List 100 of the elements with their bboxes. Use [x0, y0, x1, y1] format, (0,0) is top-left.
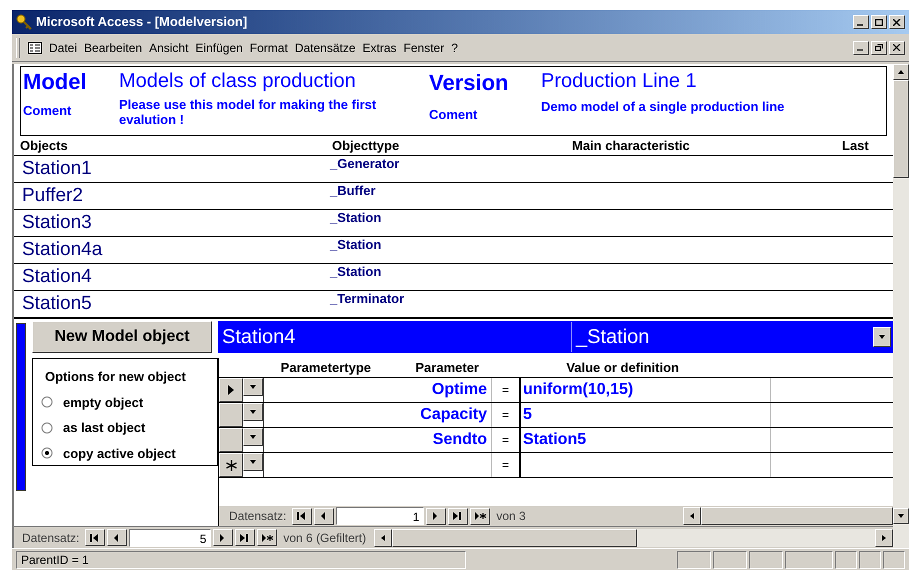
row-selector[interactable] [219, 453, 243, 477]
previous-record-button[interactable] [107, 529, 128, 546]
column-header: Value or definition [565, 358, 679, 377]
column-header: Objecttype [332, 136, 400, 155]
document-minimize-button[interactable] [853, 40, 869, 54]
previous-record-button[interactable] [314, 508, 334, 524]
scroll-thumb[interactable] [392, 528, 638, 546]
caret-icon [878, 333, 886, 341]
object-name[interactable]: Station1 [22, 156, 330, 182]
last-record-button[interactable] [235, 529, 256, 546]
current-object-field[interactable]: Station4 _Station [218, 321, 893, 353]
equals-sign: = [502, 457, 509, 474]
restore-icon [875, 44, 883, 51]
minimize-button[interactable] [853, 15, 869, 29]
caret-icon [249, 408, 257, 416]
dropdown-button[interactable] [873, 327, 891, 347]
row-selector[interactable] [219, 378, 243, 402]
row-selector[interactable] [219, 403, 243, 427]
object-name[interactable]: Station5 [22, 291, 330, 317]
new-record-button[interactable] [257, 529, 278, 546]
object-type-value: _Station [574, 325, 650, 350]
form-icon[interactable] [28, 42, 42, 54]
object-name[interactable]: Station4 [22, 264, 330, 290]
object-type: _Station [330, 237, 382, 254]
object-type: _Buffer [330, 183, 376, 200]
current-row-icon [227, 385, 235, 395]
arrow-icon [688, 512, 696, 520]
menu-item[interactable]: Datensätze [294, 38, 356, 56]
parameter-value: 5 [523, 406, 532, 423]
row-selector[interactable] [219, 428, 243, 452]
object-name[interactable]: Station4a [22, 237, 330, 263]
close-icon [893, 44, 901, 51]
status-panel [859, 550, 881, 568]
new-record-icon [260, 532, 274, 542]
options-title: Options for new object [44, 368, 187, 386]
status-panel [749, 550, 783, 568]
option-label: copy active object [63, 444, 176, 463]
close-button[interactable] [889, 15, 905, 29]
model-comment: Please use this model for making the first evalution ! [119, 97, 378, 129]
model-label: Model [23, 68, 88, 95]
document-restore-button[interactable] [871, 40, 887, 54]
column-header: Last [842, 136, 869, 155]
radio-button[interactable] [41, 396, 53, 408]
parameter-type-dropdown[interactable] [243, 378, 263, 396]
parameter-name: Sendto [432, 431, 487, 448]
new-record-icon [474, 511, 487, 521]
status-panel [835, 550, 857, 568]
model-name: Models of class production [119, 69, 357, 94]
menu-item[interactable]: Fenster [404, 38, 444, 56]
menu-item[interactable]: Bearbeiten [84, 38, 142, 56]
maximize-button[interactable] [871, 15, 887, 29]
radio-button[interactable] [41, 447, 53, 460]
parameter-value: uniform(10,15) [523, 381, 634, 398]
menu-item[interactable]: Format [250, 38, 288, 56]
version-comment: Demo model of a single production line [541, 98, 786, 116]
record-number-field[interactable]: 5 [129, 528, 212, 546]
menu-item[interactable]: Ansicht [149, 38, 188, 56]
parameter-name: Capacity [420, 406, 487, 423]
scroll-thumb[interactable] [893, 80, 909, 178]
option-label: as last object [63, 419, 146, 437]
first-record-button[interactable] [85, 529, 106, 546]
comment-label: Coment [429, 106, 478, 124]
parameter-name: Optime [432, 381, 487, 398]
object-type: _Terminator [330, 291, 404, 308]
radio-button[interactable] [41, 422, 53, 434]
version-label: Version [429, 69, 510, 95]
vertical-scrollbar[interactable] [893, 64, 909, 548]
object-name[interactable]: Station3 [22, 210, 330, 236]
column-header: Parameter [414, 358, 479, 377]
arrow-icon [897, 68, 905, 76]
last-record-button[interactable] [448, 508, 468, 524]
next-record-button[interactable] [426, 508, 446, 524]
column-header: Objects [20, 136, 69, 155]
maximize-icon [875, 18, 883, 26]
navigation-label: Datensatz: [22, 530, 80, 546]
document-close-button[interactable] [889, 40, 905, 54]
option-label: empty object [63, 394, 144, 412]
first-record-button[interactable] [292, 508, 312, 524]
status-panel [713, 550, 747, 568]
horizontal-scrollbar[interactable] [374, 528, 893, 546]
menu-item[interactable]: Einfügen [195, 38, 243, 56]
equals-sign: = [502, 382, 509, 399]
object-name[interactable]: Puffer2 [22, 183, 330, 209]
menu-item[interactable]: Datei [49, 38, 78, 56]
new-row-icon [226, 460, 236, 470]
new-model-object-button[interactable]: New Model object [32, 321, 212, 353]
parameter-type-dropdown[interactable] [243, 403, 263, 421]
parameter-type-dropdown[interactable] [243, 428, 263, 446]
navigation-label: Datensatz: [229, 508, 286, 525]
menu-item[interactable]: ? [451, 38, 458, 56]
menu-item[interactable]: Extras [362, 38, 397, 56]
new-record-button[interactable] [470, 508, 490, 524]
record-count: von 3 [496, 508, 526, 525]
record-number-field[interactable]: 1 [336, 507, 424, 525]
object-name-value: Station4 [218, 322, 572, 352]
status-panel [785, 550, 833, 568]
equals-sign: = [502, 407, 509, 424]
next-record-button[interactable] [213, 529, 234, 546]
parameter-type-dropdown[interactable] [243, 453, 263, 471]
caret-icon [249, 383, 257, 391]
